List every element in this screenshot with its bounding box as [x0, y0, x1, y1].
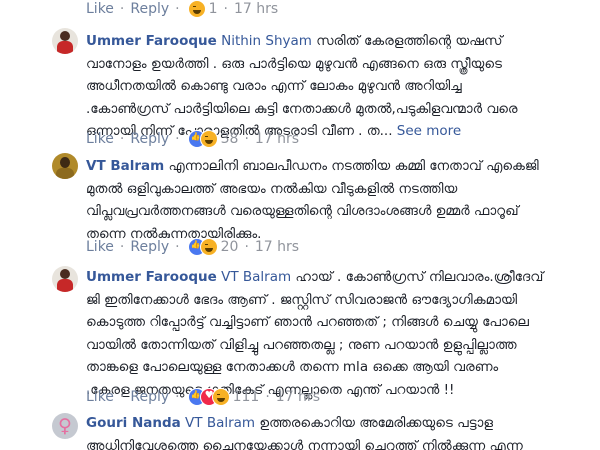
comment-author[interactable]: Ummer Farooque [86, 269, 217, 285]
mention-tag[interactable]: VT Balram [221, 269, 291, 285]
comment-body: Gouri Nanda VT Balram ഉത്തരകൊറിയ അമേരിക്… [86, 412, 586, 450]
comment-text-line: മുതൽ ഒളിവുകാലത്ത് അഭയം നൽകിയ വീടുകളിൽ നട… [86, 180, 458, 197]
comment-text-line: ജി ഇതിനേക്കാൾ ഭേദം ആണ് . ജസ്റ്റിസ് സിവരാ… [86, 291, 518, 308]
separator: · [175, 239, 180, 255]
separator: · [119, 1, 125, 17]
haha-reaction-icon[interactable] [199, 238, 218, 256]
comment-text-line: വിപ്ലവപ്രവർത്തനങ്ങൾ വരെയുള്ളതിന്റെ വിശദാ… [86, 203, 519, 219]
timestamp[interactable]: 17 hrs [234, 1, 278, 17]
avatar[interactable] [52, 28, 78, 54]
separator: · [119, 131, 125, 147]
comment-text-line: കൊടുത്ത റിപ്പോർട്ട് വച്ചിട്ടാണ് ഞാൻ പറഞ്… [86, 314, 529, 330]
comment-meta: Like · Reply · 20 · 17 hrs [86, 238, 299, 256]
female-symbol-icon: ♀ [58, 415, 72, 437]
separator: · [244, 131, 249, 147]
separator: · [265, 389, 270, 405]
comment-text-line: .കോൺഗ്രസ് പാർട്ടിയിലെ കുട്ടി നേതാക്കൾ മു… [86, 100, 518, 117]
reply-link[interactable]: Reply [130, 1, 169, 17]
reply-link[interactable]: Reply [130, 239, 169, 255]
comment-meta: Like · Reply · 111 · 17 hrs [86, 388, 320, 406]
haha-reaction-icon[interactable] [199, 130, 218, 148]
mention-tag[interactable]: VT Balram [185, 415, 255, 431]
avatar[interactable] [52, 153, 78, 179]
comment-author[interactable]: Ummer Farooque [86, 33, 217, 49]
avatar[interactable]: ♀ [52, 413, 78, 439]
separator: · [175, 1, 180, 17]
haha-reaction-icon[interactable] [211, 388, 230, 406]
reaction-count[interactable]: 20 [221, 239, 239, 255]
separator: · [119, 239, 125, 255]
reaction-count[interactable]: 111 [233, 389, 260, 405]
comment-author[interactable]: Gouri Nanda [86, 415, 181, 431]
like-link[interactable]: Like [86, 1, 114, 17]
mention-tag[interactable]: Nithin Shyam [221, 33, 312, 49]
separator: · [223, 1, 228, 17]
comment-text-line: എന്നാലിനി ബാലപീഡനം നടത്തിയ കമ്മി നേതാവ് … [168, 158, 539, 174]
separator: · [119, 389, 125, 405]
timestamp[interactable]: 17 hrs [255, 239, 299, 255]
comment-body: Ummer Farooque Nithin Shyam സരിത് കേരളത്… [86, 30, 586, 143]
comment-meta: Like · Reply · 38 · 17 hrs [86, 130, 299, 148]
reply-link[interactable]: Reply [130, 131, 169, 147]
haha-reaction-icon[interactable] [187, 0, 206, 18]
timestamp[interactable]: 17 hrs [255, 131, 299, 147]
timestamp[interactable]: 17 hrs [276, 389, 320, 405]
comment-author[interactable]: VT Balram [86, 158, 164, 174]
separator: · [244, 239, 249, 255]
comment-text-line: സരിത് കേരളത്തിന്റെ യഷസ് [316, 33, 503, 49]
like-link[interactable]: Like [86, 389, 114, 405]
comment-text-line: വായിൽ തോന്നിയത് വിളിച്ചു പറഞ്ഞതല്ല ; നുണ… [86, 336, 517, 353]
comment-body: Ummer Farooque VT Balram ഹായ് . കോൺഗ്രസ്… [86, 266, 586, 401]
comment-text-line: താങ്കളെ പോലെയുള്ള നേതാക്കൾ തന്നെ mla ഒക്… [86, 359, 499, 375]
like-link[interactable]: Like [86, 239, 114, 255]
like-link[interactable]: Like [86, 131, 114, 147]
comment-body: VT Balram എന്നാലിനി ബാലപീഡനം നടത്തിയ കമ്… [86, 155, 586, 245]
reaction-count[interactable]: 38 [221, 131, 239, 147]
comment-text-line: അധീനതയിൽ കൊണ്ടു വരാം എന്ന് ലോകം മുഴുവൻ അ… [86, 78, 462, 94]
reply-link[interactable]: Reply [130, 389, 169, 405]
avatar[interactable] [52, 266, 78, 292]
comment-meta: Like · Reply · 1 · 17 hrs [86, 0, 278, 18]
comment-text-line: ഹായ് . കോൺഗ്രസ് നിലവാരം.ശ്രീദേവ് [295, 269, 544, 285]
comment-text-line: വാനോളം ഉയർത്തി . ഒരു പാർട്ടിയെ മുഴുവൻ എങ… [86, 55, 502, 72]
see-more-link[interactable]: See more [397, 123, 461, 139]
separator: · [175, 389, 180, 405]
comment-text-line: ഉത്തരകൊറിയ അമേരിക്കയുടെ പട്ടാള [259, 415, 494, 431]
reaction-count[interactable]: 1 [209, 1, 218, 17]
comment-text-line: അധിനിവേശത്തെ ചൈനയേക്കാൾ നന്നായി ചെറുത്ത്… [86, 437, 523, 450]
separator: · [175, 131, 180, 147]
